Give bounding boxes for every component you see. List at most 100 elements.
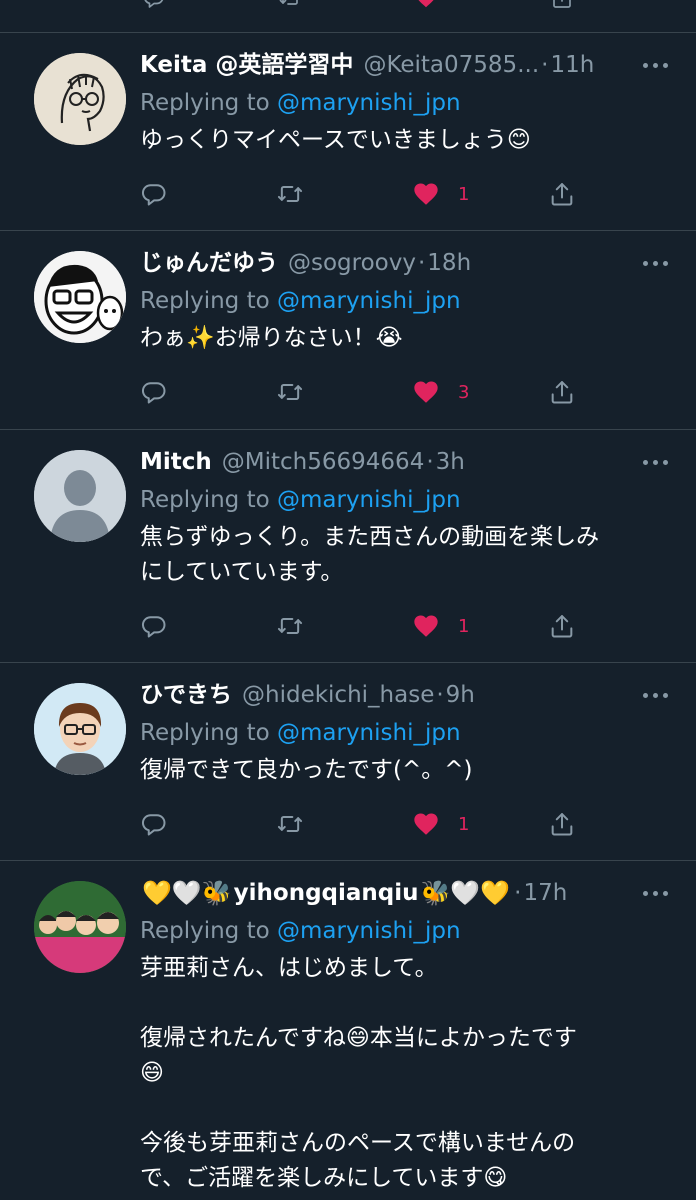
like-button[interactable]: 1 bbox=[412, 608, 469, 644]
tweet-header: 💛🤍🐝 yihongqianqiu 🐝🤍💛 · 17h bbox=[140, 875, 668, 911]
retweet-icon bbox=[276, 378, 304, 406]
tweet-header: Keita @英語学習中 @Keita07585... · 11h bbox=[140, 47, 668, 83]
tweet-actions: 3 bbox=[140, 374, 580, 410]
tweet-header: じゅんだゆう @sogroovy · 18h bbox=[140, 245, 668, 281]
replying-to-label: Replying to bbox=[140, 288, 277, 314]
cartoon-face-avatar-icon bbox=[34, 251, 126, 343]
reply-tweet[interactable]: 💛🤍🐝 yihongqianqiu 🐝🤍💛 · 17h Replying to … bbox=[0, 861, 696, 1200]
user-handle[interactable]: @hidekichi_hase bbox=[242, 677, 434, 713]
share-button[interactable] bbox=[548, 806, 576, 842]
share-icon bbox=[548, 180, 576, 208]
replying-to-label: Replying to bbox=[140, 90, 277, 116]
reply-icon bbox=[140, 180, 168, 208]
more-options-icon[interactable] bbox=[628, 677, 668, 713]
more-options-icon[interactable] bbox=[628, 875, 668, 911]
heart-icon bbox=[412, 810, 440, 838]
like-button[interactable]: 1 bbox=[412, 806, 469, 842]
mention-link[interactable]: @marynishi_jpn bbox=[277, 918, 461, 944]
name-suffix-emoji: 🐝🤍💛 bbox=[420, 879, 511, 907]
reply-tweet[interactable]: Mitch @Mitch56694664 · 3h Replying to @m… bbox=[0, 430, 696, 663]
tweet-header: ひできち @hidekichi_hase · 9h bbox=[140, 677, 668, 713]
share-button[interactable] bbox=[548, 374, 576, 410]
retweet-icon bbox=[276, 180, 304, 208]
like-count: 1 bbox=[458, 183, 470, 205]
glasses-man-avatar-icon bbox=[34, 683, 126, 775]
user-handle[interactable]: @sogroovy bbox=[288, 245, 416, 281]
tweet-text: 焦らずゆっくり。また西さんの動画を楽しみ にしていています。 bbox=[140, 524, 600, 585]
like-count: 1 bbox=[458, 813, 470, 835]
separator-dot: · bbox=[417, 250, 426, 276]
share-button[interactable] bbox=[548, 608, 576, 644]
avatar[interactable] bbox=[34, 53, 126, 145]
user-handle[interactable]: @Keita07585... bbox=[363, 47, 539, 83]
reply-tweet[interactable]: Keita @英語学習中 @Keita07585... · 11h Replyi… bbox=[0, 33, 696, 231]
reply-button[interactable] bbox=[140, 608, 168, 644]
like-icon[interactable] bbox=[412, 0, 440, 10]
like-button[interactable]: 1 bbox=[412, 176, 469, 212]
timestamp[interactable]: 11h bbox=[550, 47, 594, 83]
reply-tweet[interactable]: じゅんだゆう @sogroovy · 18h Replying to @mary… bbox=[0, 231, 696, 430]
like-button[interactable]: 3 bbox=[412, 374, 469, 410]
separator-dot: · bbox=[541, 52, 549, 78]
display-name[interactable]: yihongqianqiu bbox=[234, 875, 419, 911]
separator-dot: · bbox=[514, 880, 522, 906]
tweet-text: ゆっくりマイペースでいきましょう😊 bbox=[140, 127, 531, 153]
user-handle[interactable]: @Mitch56694664 bbox=[222, 444, 425, 480]
timestamp[interactable]: 9h bbox=[446, 677, 475, 713]
retweet-icon bbox=[276, 810, 304, 838]
share-button[interactable] bbox=[548, 176, 576, 212]
reply-button[interactable] bbox=[140, 176, 168, 212]
display-name[interactable]: Keita @英語学習中 bbox=[140, 47, 353, 83]
replying-to: Replying to @marynishi_jpn bbox=[140, 911, 668, 951]
mention-link[interactable]: @marynishi_jpn bbox=[277, 90, 461, 116]
reply-tweet[interactable]: ひできち @hidekichi_hase · 9h Replying to @m… bbox=[0, 663, 696, 861]
retweet-button[interactable] bbox=[276, 374, 304, 410]
timestamp[interactable]: 3h bbox=[436, 444, 465, 480]
like-count: 1 bbox=[458, 615, 470, 637]
replying-to: Replying to @marynishi_jpn bbox=[140, 713, 668, 753]
avatar[interactable] bbox=[34, 683, 126, 775]
more-options-icon[interactable] bbox=[628, 47, 668, 83]
avatar[interactable] bbox=[34, 881, 126, 973]
more-options-icon[interactable] bbox=[628, 444, 668, 480]
mention-link[interactable]: @marynishi_jpn bbox=[277, 288, 461, 314]
more-options-icon[interactable] bbox=[628, 245, 668, 281]
tweet-header: Mitch @Mitch56694664 · 3h bbox=[140, 444, 668, 480]
line-drawing-glasses-avatar-icon bbox=[34, 53, 126, 145]
retweet-icon bbox=[276, 612, 304, 640]
tweet-actions: 1 bbox=[140, 176, 580, 212]
retweet-button[interactable] bbox=[276, 176, 304, 212]
timestamp[interactable]: 18h bbox=[427, 245, 471, 281]
display-name[interactable]: ひできち bbox=[140, 677, 232, 713]
display-name[interactable]: じゅんだゆう bbox=[140, 245, 278, 281]
tweet-actions: 1 bbox=[140, 608, 580, 644]
reply-icon bbox=[140, 810, 168, 838]
replying-to: Replying to @marynishi_jpn bbox=[140, 281, 668, 321]
tweet-text: 復帰できて良かったです(^。^) bbox=[140, 757, 473, 783]
display-name[interactable]: Mitch bbox=[140, 444, 212, 480]
replying-to-label: Replying to bbox=[140, 487, 277, 513]
name-prefix-emoji: 💛🤍🐝 bbox=[142, 879, 232, 907]
mention-link[interactable]: @marynishi_jpn bbox=[277, 720, 461, 746]
replying-to: Replying to @marynishi_jpn bbox=[140, 83, 668, 123]
group-photo-avatar-icon bbox=[34, 881, 126, 973]
replying-to-label: Replying to bbox=[140, 720, 277, 746]
retweet-icon[interactable] bbox=[276, 0, 304, 10]
reply-button[interactable] bbox=[140, 374, 168, 410]
avatar[interactable] bbox=[34, 251, 126, 343]
reply-icon[interactable] bbox=[140, 0, 168, 10]
share-icon[interactable] bbox=[548, 0, 576, 10]
reply-button[interactable] bbox=[140, 806, 168, 842]
retweet-button[interactable] bbox=[276, 608, 304, 644]
heart-icon bbox=[412, 612, 440, 640]
heart-icon bbox=[412, 378, 440, 406]
timestamp[interactable]: 17h bbox=[523, 875, 567, 911]
default-user-avatar-icon bbox=[34, 450, 126, 542]
tweet-actions: 1 bbox=[140, 806, 580, 842]
reply-icon bbox=[140, 378, 168, 406]
mention-link[interactable]: @marynishi_jpn bbox=[277, 487, 461, 513]
share-icon bbox=[548, 810, 576, 838]
avatar[interactable] bbox=[34, 450, 126, 542]
tweet-text: わぁ✨お帰りなさい！😭 bbox=[140, 325, 403, 351]
retweet-button[interactable] bbox=[276, 806, 304, 842]
